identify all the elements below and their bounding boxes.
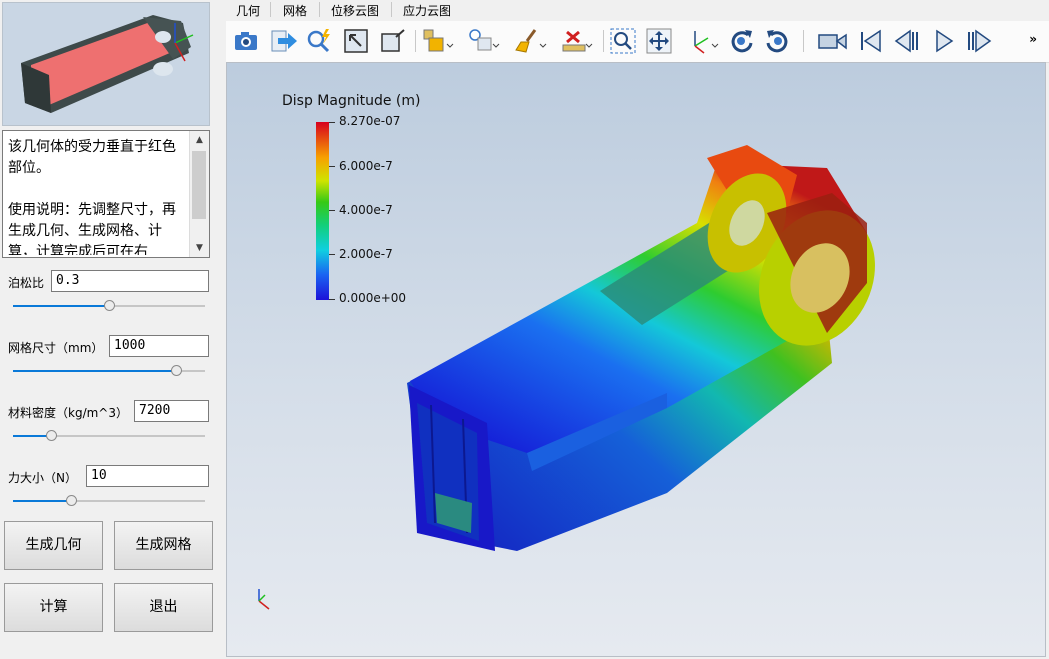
geometry-thumbnail bbox=[2, 2, 210, 126]
scroll-thumb[interactable] bbox=[192, 151, 206, 219]
param-poisson: 泊松比 0.3 bbox=[0, 270, 220, 320]
menu-divider bbox=[391, 2, 392, 17]
slider-knob[interactable] bbox=[46, 430, 58, 441]
toolbar-divider bbox=[803, 30, 804, 52]
3d-viewport[interactable]: Disp Magnitude (m) 8.270e-07 6.000e-7 4.… bbox=[226, 62, 1046, 657]
box-icon[interactable] bbox=[420, 26, 454, 56]
first-frame-icon[interactable] bbox=[856, 26, 888, 56]
rotate-ccw-icon[interactable] bbox=[763, 26, 795, 56]
description-text: 该几何体的受力垂直于红色部位。 使用说明：先调整尺寸，再生成几何、生成网格、计算… bbox=[8, 139, 176, 255]
toolbar-divider bbox=[603, 30, 604, 52]
param-density: 材料密度（kg/m^3） 7200 bbox=[0, 400, 220, 450]
export-icon[interactable] bbox=[268, 26, 300, 56]
force-input[interactable]: 10 bbox=[86, 465, 209, 487]
slider-fill bbox=[13, 370, 177, 372]
description-box[interactable]: 该几何体的受力垂直于红色部位。 使用说明：先调整尺寸，再生成几何、生成网格、计算… bbox=[2, 130, 210, 258]
density-input[interactable]: 7200 bbox=[134, 400, 209, 422]
force-label: 力大小（N） bbox=[8, 471, 77, 485]
pan-icon[interactable] bbox=[644, 26, 676, 56]
frame-icon[interactable] bbox=[378, 26, 410, 56]
menu-geometry[interactable]: 几何 bbox=[236, 2, 260, 19]
slider-knob[interactable] bbox=[171, 365, 183, 376]
mesh-size-input[interactable]: 1000 bbox=[109, 335, 209, 357]
fit-icon[interactable] bbox=[341, 26, 373, 56]
left-panel: 该几何体的受力垂直于红色部位。 使用说明：先调整尺寸，再生成几何、生成网格、计算… bbox=[0, 0, 220, 659]
prev-frame-icon[interactable] bbox=[892, 26, 924, 56]
exit-button[interactable]: 退出 bbox=[114, 583, 213, 632]
displacement-model[interactable] bbox=[227, 63, 1046, 657]
compute-button[interactable]: 计算 bbox=[4, 583, 103, 632]
scroll-down-icon[interactable]: ▼ bbox=[190, 239, 209, 257]
more-icon[interactable]: » bbox=[1029, 32, 1037, 46]
render-icon[interactable] bbox=[304, 26, 336, 56]
light-icon[interactable] bbox=[466, 26, 500, 56]
menu-stress[interactable]: 应力云图 bbox=[403, 2, 451, 19]
toolbar: » bbox=[226, 21, 1049, 63]
zoom-region-icon[interactable] bbox=[608, 26, 640, 56]
param-force: 力大小（N） 10 bbox=[0, 465, 220, 515]
gen-mesh-button[interactable]: 生成网格 bbox=[114, 521, 213, 570]
mesh-size-label: 网格尺寸（mm） bbox=[8, 341, 104, 355]
video-icon[interactable] bbox=[816, 26, 848, 56]
menu-mesh[interactable]: 网格 bbox=[283, 2, 307, 19]
poisson-slider[interactable] bbox=[13, 300, 205, 311]
ruler-icon[interactable] bbox=[559, 26, 593, 56]
slider-fill bbox=[13, 305, 109, 307]
slider-fill bbox=[13, 500, 71, 502]
mesh-size-slider[interactable] bbox=[13, 365, 205, 376]
slider-knob[interactable] bbox=[65, 495, 77, 506]
gen-geometry-button[interactable]: 生成几何 bbox=[4, 521, 103, 570]
menu-displacement[interactable]: 位移云图 bbox=[331, 2, 379, 19]
next-frame-icon[interactable] bbox=[964, 26, 996, 56]
description-scrollbar[interactable]: ▲ ▼ bbox=[189, 131, 209, 257]
force-slider[interactable] bbox=[13, 495, 205, 506]
slider-knob[interactable] bbox=[104, 300, 115, 311]
poisson-input[interactable]: 0.3 bbox=[51, 270, 209, 292]
axes-icon[interactable] bbox=[686, 26, 719, 56]
menu-divider bbox=[319, 2, 320, 17]
rotate-cw-icon[interactable] bbox=[726, 26, 758, 56]
toolbar-divider bbox=[415, 30, 416, 52]
density-label: 材料密度（kg/m^3） bbox=[8, 406, 128, 420]
brush-icon[interactable] bbox=[513, 26, 547, 56]
menu-divider bbox=[270, 2, 271, 17]
param-mesh-size: 网格尺寸（mm） 1000 bbox=[0, 335, 220, 385]
camera-icon[interactable] bbox=[231, 26, 263, 56]
play-icon[interactable] bbox=[929, 26, 961, 56]
scroll-up-icon[interactable]: ▲ bbox=[190, 131, 209, 149]
menu-bar: 几何 网格 位移云图 应力云图 bbox=[226, 0, 1049, 20]
poisson-label: 泊松比 bbox=[8, 276, 45, 290]
density-slider[interactable] bbox=[13, 430, 205, 441]
